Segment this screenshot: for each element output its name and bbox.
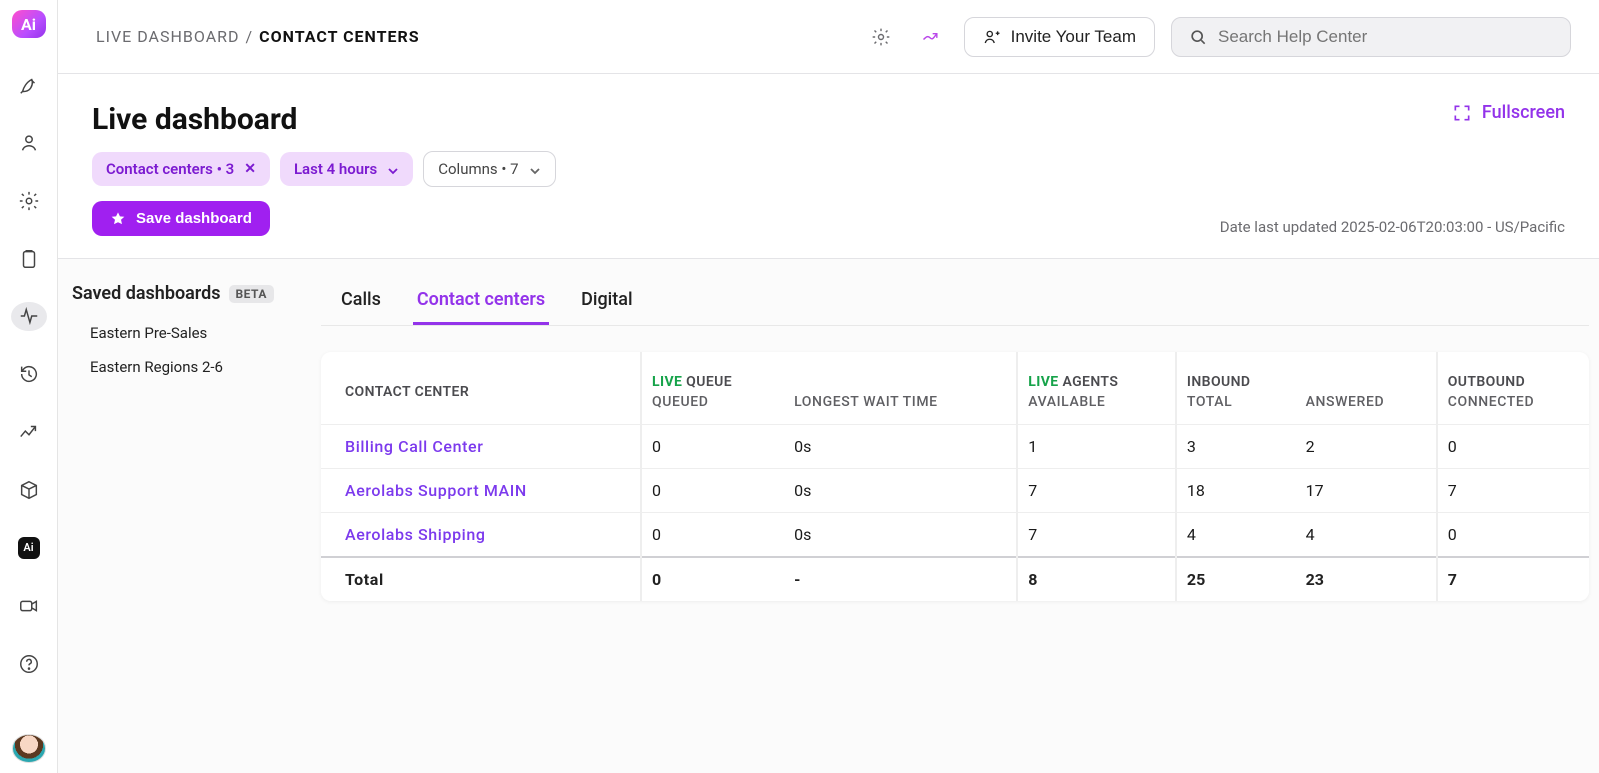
- tab-calls[interactable]: Calls: [337, 279, 385, 325]
- table-row: Billing Call Center 0 0s 1 3 2 0: [321, 425, 1589, 469]
- cell-out-connected: 7: [1437, 469, 1589, 513]
- page-header: Live dashboard Contact centers • 3 ✕ Las…: [58, 74, 1599, 259]
- cell-inbound-total: 18: [1176, 469, 1296, 513]
- app-logo[interactable]: Ai: [12, 10, 46, 38]
- th-answered[interactable]: ANSWERED: [1296, 352, 1437, 425]
- cell-available: 1: [1017, 425, 1176, 469]
- tab-contact-centers[interactable]: Contact centers: [413, 279, 549, 325]
- filter-contact-centers[interactable]: Contact centers • 3 ✕: [92, 152, 270, 186]
- th-longest-wait[interactable]: LONGEST WAIT TIME: [784, 352, 1017, 425]
- cell-inbound-total: 4: [1176, 513, 1296, 558]
- th-inbound[interactable]: INBOUND TOTAL: [1176, 352, 1296, 425]
- fullscreen-label: Fullscreen: [1482, 102, 1565, 123]
- cell-inbound-total: 3: [1176, 425, 1296, 469]
- cell-answered: 17: [1296, 469, 1437, 513]
- chevron-down-icon: [529, 163, 541, 175]
- saved-dashboard-item[interactable]: Eastern Pre-Sales: [72, 316, 303, 350]
- package-icon[interactable]: [11, 475, 47, 505]
- filter-time-label: Last 4 hours: [294, 160, 377, 178]
- saved-dashboards-title: Saved dashboards: [72, 283, 221, 304]
- chevron-down-icon: [387, 163, 399, 175]
- user-avatar[interactable]: [12, 734, 46, 763]
- save-dashboard-label: Save dashboard: [136, 210, 252, 227]
- th-contact-center[interactable]: CONTACT CENTER: [321, 352, 641, 425]
- total-queued: 0: [641, 557, 784, 601]
- breadcrumb: LIVE DASHBOARD / CONTACT CENTERS: [96, 27, 420, 46]
- save-dashboard-button[interactable]: Save dashboard: [92, 201, 270, 236]
- fullscreen-button[interactable]: Fullscreen: [1452, 102, 1565, 123]
- ai-square-icon[interactable]: Ai: [11, 533, 47, 563]
- trend-icon[interactable]: [11, 417, 47, 447]
- expand-icon: [1452, 103, 1472, 123]
- total-label: Total: [321, 557, 641, 601]
- gear-icon[interactable]: [11, 186, 47, 216]
- video-icon[interactable]: [11, 591, 47, 621]
- contact-center-link[interactable]: Aerolabs Shipping: [345, 525, 486, 544]
- contact-centers-table-card: CONTACT CENTER LIVE QUEUE QUEUED LONGEST…: [321, 352, 1589, 601]
- breadcrumb-current: CONTACT CENTERS: [259, 27, 420, 46]
- page-title: Live dashboard: [92, 102, 1565, 137]
- total-answered: 23: [1296, 557, 1437, 601]
- cell-longest: 0s: [784, 469, 1017, 513]
- cell-queued: 0: [641, 469, 784, 513]
- activity-icon[interactable]: [11, 302, 47, 332]
- table-row: Aerolabs Support MAIN 0 0s 7 18 17 7: [321, 469, 1589, 513]
- cell-available: 7: [1017, 469, 1176, 513]
- invite-team-button[interactable]: Invite Your Team: [964, 17, 1155, 57]
- saved-dashboards-panel: Saved dashboards BETA Eastern Pre-Sales …: [58, 259, 321, 773]
- columns-label: Columns • 7: [438, 160, 518, 178]
- cell-queued: 0: [641, 513, 784, 558]
- cell-answered: 4: [1296, 513, 1437, 558]
- cell-queued: 0: [641, 425, 784, 469]
- close-icon[interactable]: ✕: [244, 161, 256, 177]
- th-outbound[interactable]: OUTBOUND CONNECTED: [1437, 352, 1589, 425]
- breadcrumb-parent[interactable]: LIVE DASHBOARD: [96, 27, 240, 46]
- rocket-icon[interactable]: [11, 70, 47, 100]
- table-total-row: Total 0 - 8 25 23 7: [321, 557, 1589, 601]
- table-row: Aerolabs Shipping 0 0s 7 4 4 0: [321, 513, 1589, 558]
- total-out-connected: 7: [1437, 557, 1589, 601]
- search-input[interactable]: [1218, 27, 1554, 47]
- star-icon: [110, 211, 126, 227]
- cell-out-connected: 0: [1437, 425, 1589, 469]
- breadcrumb-sep: /: [246, 27, 254, 46]
- history-icon[interactable]: [11, 359, 47, 389]
- beta-badge: BETA: [229, 285, 274, 303]
- nav-rail: Ai Ai: [0, 0, 58, 773]
- settings-icon[interactable]: [864, 20, 898, 54]
- total-longest: -: [784, 557, 1017, 601]
- clipboard-icon[interactable]: [11, 244, 47, 274]
- total-inbound: 25: [1176, 557, 1296, 601]
- cell-out-connected: 0: [1437, 513, 1589, 558]
- cell-available: 7: [1017, 513, 1176, 558]
- th-live-agents[interactable]: LIVE AGENTS AVAILABLE: [1017, 352, 1176, 425]
- tabs: Calls Contact centers Digital: [321, 279, 1589, 326]
- filter-centers-label: Contact centers • 3: [106, 160, 234, 178]
- top-bar: LIVE DASHBOARD / CONTACT CENTERS Invite …: [58, 0, 1599, 74]
- cell-longest: 0s: [784, 513, 1017, 558]
- last-updated: Date last updated 2025-02-06T20:03:00 - …: [1220, 218, 1565, 236]
- saved-dashboard-item[interactable]: Eastern Regions 2-6: [72, 350, 303, 384]
- contact-centers-table: CONTACT CENTER LIVE QUEUE QUEUED LONGEST…: [321, 352, 1589, 601]
- contact-center-link[interactable]: Aerolabs Support MAIN: [345, 481, 527, 500]
- cell-answered: 2: [1296, 425, 1437, 469]
- data-area: Calls Contact centers Digital CONTACT CE…: [321, 259, 1599, 773]
- cell-longest: 0s: [784, 425, 1017, 469]
- trending-icon[interactable]: [914, 20, 948, 54]
- invite-team-label: Invite Your Team: [1011, 27, 1136, 47]
- search-icon: [1188, 27, 1208, 47]
- person-icon[interactable]: [11, 128, 47, 158]
- search-wrap[interactable]: [1171, 17, 1571, 57]
- contact-center-link[interactable]: Billing Call Center: [345, 437, 483, 456]
- tab-digital[interactable]: Digital: [577, 279, 636, 325]
- filter-time-range[interactable]: Last 4 hours: [280, 152, 413, 186]
- help-icon[interactable]: [11, 649, 47, 679]
- th-live-queue[interactable]: LIVE QUEUE QUEUED: [641, 352, 784, 425]
- columns-picker[interactable]: Columns • 7: [423, 151, 555, 187]
- total-available: 8: [1017, 557, 1176, 601]
